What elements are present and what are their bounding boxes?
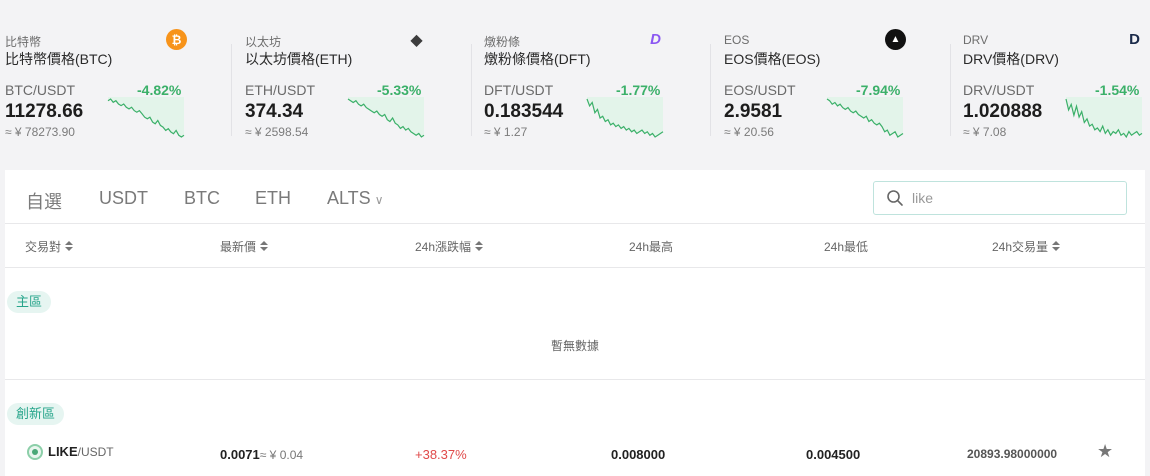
search-icon (887, 190, 903, 206)
ticker-price: 2.9581 (724, 101, 783, 122)
tab-favorites[interactable]: 自選 (26, 188, 62, 214)
eos-icon: ▲ (885, 29, 906, 50)
pair-quote: /USDT (77, 445, 114, 459)
column-header-volume[interactable]: 24h交易量 (992, 238, 1061, 255)
sparkline-chart (347, 97, 425, 138)
ticker-full-name: 燉粉條價格(DFT) (484, 51, 591, 67)
ticker-price: 11278.66 (5, 101, 84, 122)
search-input[interactable] (912, 187, 1112, 209)
bitcoin-icon: ₿ (166, 29, 187, 50)
ticker-divider (471, 44, 472, 136)
volume-cell: 20893.98000000 (967, 447, 1058, 461)
tab-btc[interactable]: BTC (184, 188, 220, 209)
ticker-pair: BTC/USDT (5, 82, 75, 98)
low-cell: 0.004500 (806, 447, 861, 462)
ticker-change: -4.82% (137, 82, 182, 98)
ticker-card-dft[interactable]: 燉粉條 燉粉條價格(DFT) D DFT/USDT -1.77% 0.18354… (479, 0, 711, 168)
sort-icon (1052, 241, 1061, 253)
pair-name[interactable]: LIKE/USDT (48, 444, 114, 459)
pair-base: LIKE (48, 444, 78, 459)
header-divider (5, 267, 1145, 268)
last-price-cny: ≈ ¥ 0.04 (259, 448, 304, 462)
search-box[interactable] (873, 181, 1127, 215)
column-header-label: 24h漲跌幅 (415, 240, 472, 254)
sort-icon (260, 241, 269, 253)
ticker-full-name: 以太坊價格(ETH) (245, 51, 353, 67)
ticker-card-eos[interactable]: EOS EOS價格(EOS) ▲ EOS/USDT -7.94% 2.9581 … (719, 0, 951, 168)
sort-icon (475, 241, 484, 253)
ticker-short-name: 燉粉條 (484, 35, 521, 49)
ticker-short-name: 以太坊 (245, 35, 282, 49)
ticker-pair: DFT/USDT (484, 82, 554, 98)
market-panel: 自選 USDT BTC ETH ALTS∨ 交易對 最新價 24h漲跌幅 24h… (5, 170, 1145, 476)
sparkline-area (108, 97, 184, 137)
sparkline-area (587, 97, 663, 137)
ticker-divider (950, 44, 951, 136)
sort-icon (65, 241, 74, 253)
ticker-cny-price: ≈ ¥ 7.08 (963, 125, 1007, 139)
tab-eth[interactable]: ETH (255, 188, 291, 209)
sparkline-chart (107, 97, 185, 138)
ticker-price: 374.34 (245, 101, 304, 122)
sparkline-chart (1065, 97, 1143, 139)
tab-usdt[interactable]: USDT (99, 188, 148, 209)
ticker-full-name: 比特幣價格(BTC) (5, 51, 113, 67)
ticker-price: 1.020888 (963, 101, 1043, 122)
tab-divider (5, 223, 1145, 224)
star-icon[interactable]: ★ (1097, 441, 1113, 462)
ticker-divider (231, 44, 232, 136)
ticker-pair: ETH/USDT (245, 82, 315, 98)
high-cell: 0.008000 (611, 447, 666, 462)
empty-state-text: 暫無數據 (550, 339, 599, 353)
change-cell: +38.37% (415, 447, 467, 462)
column-header-last-price[interactable]: 最新價 (220, 238, 269, 255)
ticker-card-btc[interactable]: 比特幣 比特幣價格(BTC) ₿ BTC/USDT -4.82% 11278.6… (0, 0, 232, 168)
ticker-pair: DRV/USDT (963, 82, 1035, 98)
last-price-cell: 0.0071≈ ¥ 0.04 (220, 447, 303, 462)
section-badge-main: 主區 (7, 291, 52, 313)
ticker-change: -5.33% (377, 82, 422, 98)
column-header-high: 24h最高 (629, 240, 674, 254)
column-header-low: 24h最低 (824, 240, 869, 254)
sparkline-chart (826, 97, 904, 138)
tab-alts-label: ALTS (327, 188, 371, 208)
chevron-down-icon: ∨ (374, 193, 384, 207)
like-coin-icon (27, 444, 43, 460)
sparkline-chart (586, 97, 664, 138)
tab-alts[interactable]: ALTS ∨ (327, 188, 383, 209)
last-price: 0.0071 (220, 447, 260, 462)
ticker-full-name: EOS價格(EOS) (724, 51, 821, 67)
ticker-cny-price: ≈ ¥ 78273.90 (5, 125, 75, 139)
ticker-short-name: 比特幣 (5, 35, 42, 49)
ticker-price: 0.183544 (484, 101, 564, 122)
ticker-change: -7.94% (856, 82, 901, 98)
column-header-pair[interactable]: 交易對 (25, 238, 74, 255)
column-header-label: 最新價 (220, 240, 257, 254)
column-header-label: 24h交易量 (992, 240, 1049, 254)
ticker-bar: 比特幣 比特幣價格(BTC) ₿ BTC/USDT -4.82% 11278.6… (0, 0, 1150, 168)
ticker-divider (710, 44, 711, 136)
ticker-full-name: DRV價格(DRV) (963, 51, 1059, 67)
section-divider (5, 379, 1145, 380)
ticker-cny-price: ≈ ¥ 2598.54 (245, 125, 309, 139)
ticker-short-name: EOS (724, 33, 750, 47)
column-header-label: 交易對 (25, 240, 62, 254)
dft-logo-icon: D (650, 31, 661, 48)
ticker-change: -1.77% (616, 82, 661, 98)
ticker-short-name: DRV (963, 33, 989, 47)
ethereum-icon: ◆ (410, 31, 423, 49)
column-header-change[interactable]: 24h漲跌幅 (415, 238, 484, 255)
ticker-change: -1.54% (1095, 82, 1140, 98)
ticker-cny-price: ≈ ¥ 20.56 (724, 125, 774, 139)
ticker-pair: EOS/USDT (724, 82, 796, 98)
ticker-card-drv[interactable]: DRV DRV價格(DRV) D DRV/USDT -1.54% 1.02088… (958, 0, 1150, 168)
ticker-card-eth[interactable]: 以太坊 以太坊價格(ETH) ◆ ETH/USDT -5.33% 374.34 … (240, 0, 472, 168)
section-badge-innovation: 創新區 (7, 403, 65, 425)
ticker-cny-price: ≈ ¥ 1.27 (484, 125, 528, 139)
drv-logo-icon: D (1129, 31, 1140, 48)
